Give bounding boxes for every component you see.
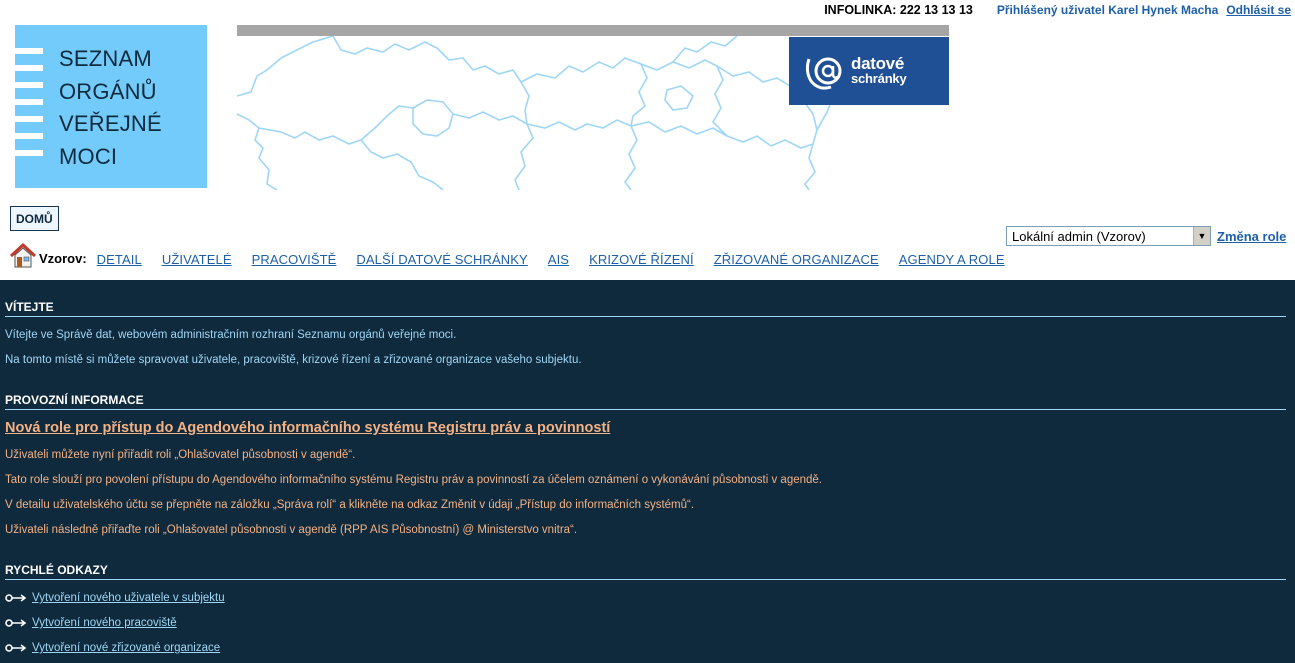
nav-other-data-boxes[interactable]: DALŠÍ DATOVÉ SCHRÁNKY: [356, 252, 527, 269]
nav-ais[interactable]: AIS: [548, 252, 569, 269]
logo-stripe: [15, 99, 43, 105]
seznam-organu-logo[interactable]: SEZNAM ORGÁNŮ VEŘEJNÉ MOCI: [15, 25, 207, 188]
logged-user: Přihlášený uživatel Karel Hynek Macha: [996, 3, 1219, 17]
at-sign-icon: [805, 57, 842, 90]
logo-stripe: [15, 82, 43, 88]
news-text: Uživateli následně přiřaďte roli „Ohlašo…: [5, 524, 578, 536]
nav-detail[interactable]: DETAIL: [97, 252, 142, 269]
create-user-link[interactable]: Vytvoření nového uživatele v subjektu: [32, 592, 225, 604]
datove-label: datové: [851, 54, 904, 73]
nav-crisis-management[interactable]: KRIZOVÉ ŘÍZENÍ: [589, 252, 694, 269]
subject-name: Vzorov:: [39, 251, 87, 266]
main-content: VÍTEJTE Vítejte ve Správě dat, webovém a…: [0, 280, 1295, 663]
quick-link-item: Vytvoření nové zřizované organizace: [5, 640, 1286, 656]
main-navigation: Vzorov: DETAIL UŽIVATELÉ PRACOVIŠTĚ DALŠ…: [10, 241, 1025, 269]
header: INFOLINKA: 222 13 13 13 Přihlášený uživa…: [0, 0, 1295, 280]
schranky-label: schránky: [851, 71, 907, 86]
welcome-text: Na tomto místě si můžete spravovat uživa…: [5, 354, 582, 366]
nav-workplaces[interactable]: PRACOVIŠTĚ: [252, 252, 337, 269]
house-icon[interactable]: [10, 243, 36, 269]
top-bar: INFOLINKA: 222 13 13 13 Přihlášený uživa…: [824, 2, 1291, 18]
home-button[interactable]: DOMŮ: [10, 206, 59, 231]
nav-established-organizations[interactable]: ZŘIZOVANÉ ORGANIZACE: [714, 252, 879, 269]
logo-text: SEZNAM ORGÁNŮ VEŘEJNÉ MOCI: [59, 46, 162, 169]
welcome-title: VÍTEJTE: [5, 300, 1286, 317]
datove-schranky-logo[interactable]: datové schránky: [789, 37, 949, 105]
logo-stripe: [15, 133, 43, 139]
news-text: Tato role slouží pro povolení přístupu d…: [5, 474, 822, 486]
create-workplace-link[interactable]: Vytvoření nového pracoviště: [32, 617, 177, 629]
welcome-text: Vítejte ve Správě dat, webovém administr…: [5, 329, 457, 341]
news-text: Uživateli můžete nyní přiřadit roli „Ohl…: [5, 449, 356, 461]
quick-link-item: Vytvoření nového pracoviště: [5, 615, 1286, 631]
nav-users[interactable]: UŽIVATELÉ: [162, 252, 232, 269]
infoline: INFOLINKA: 222 13 13 13: [824, 3, 973, 17]
key-arrow-icon: [5, 619, 27, 627]
dropdown-arrow-icon[interactable]: ▼: [1193, 227, 1210, 245]
logout-link[interactable]: Odhlásit se: [1226, 3, 1291, 17]
logo-stripe: [15, 150, 43, 156]
change-role-link[interactable]: Změna role: [1217, 229, 1286, 244]
quick-link-item: Vytvoření nového uživatele v subjektu: [5, 590, 1286, 606]
role-select[interactable]: Lokální admin (Vzorov) ▼: [1006, 226, 1211, 246]
key-arrow-icon: [5, 644, 27, 652]
logo-stripe: [15, 65, 43, 71]
logo-stripe: [15, 48, 43, 54]
role-select-value: Lokální admin (Vzorov): [1012, 228, 1146, 244]
operational-info-title: PROVOZNÍ INFORMACE: [5, 393, 1286, 410]
news-headline-link[interactable]: Nová role pro přístup do Agendového info…: [5, 420, 610, 436]
news-text: V detailu uživatelského účtu se přepněte…: [5, 499, 695, 511]
quick-links-title: RYCHLÉ ODKAZY: [5, 563, 1286, 580]
logo-stripe: [15, 116, 43, 122]
nav-agendas-and-roles[interactable]: AGENDY A ROLE: [899, 252, 1005, 269]
create-organization-link[interactable]: Vytvoření nové zřizované organizace: [32, 642, 220, 654]
header-strip: [237, 25, 949, 36]
key-arrow-icon: [5, 594, 27, 602]
